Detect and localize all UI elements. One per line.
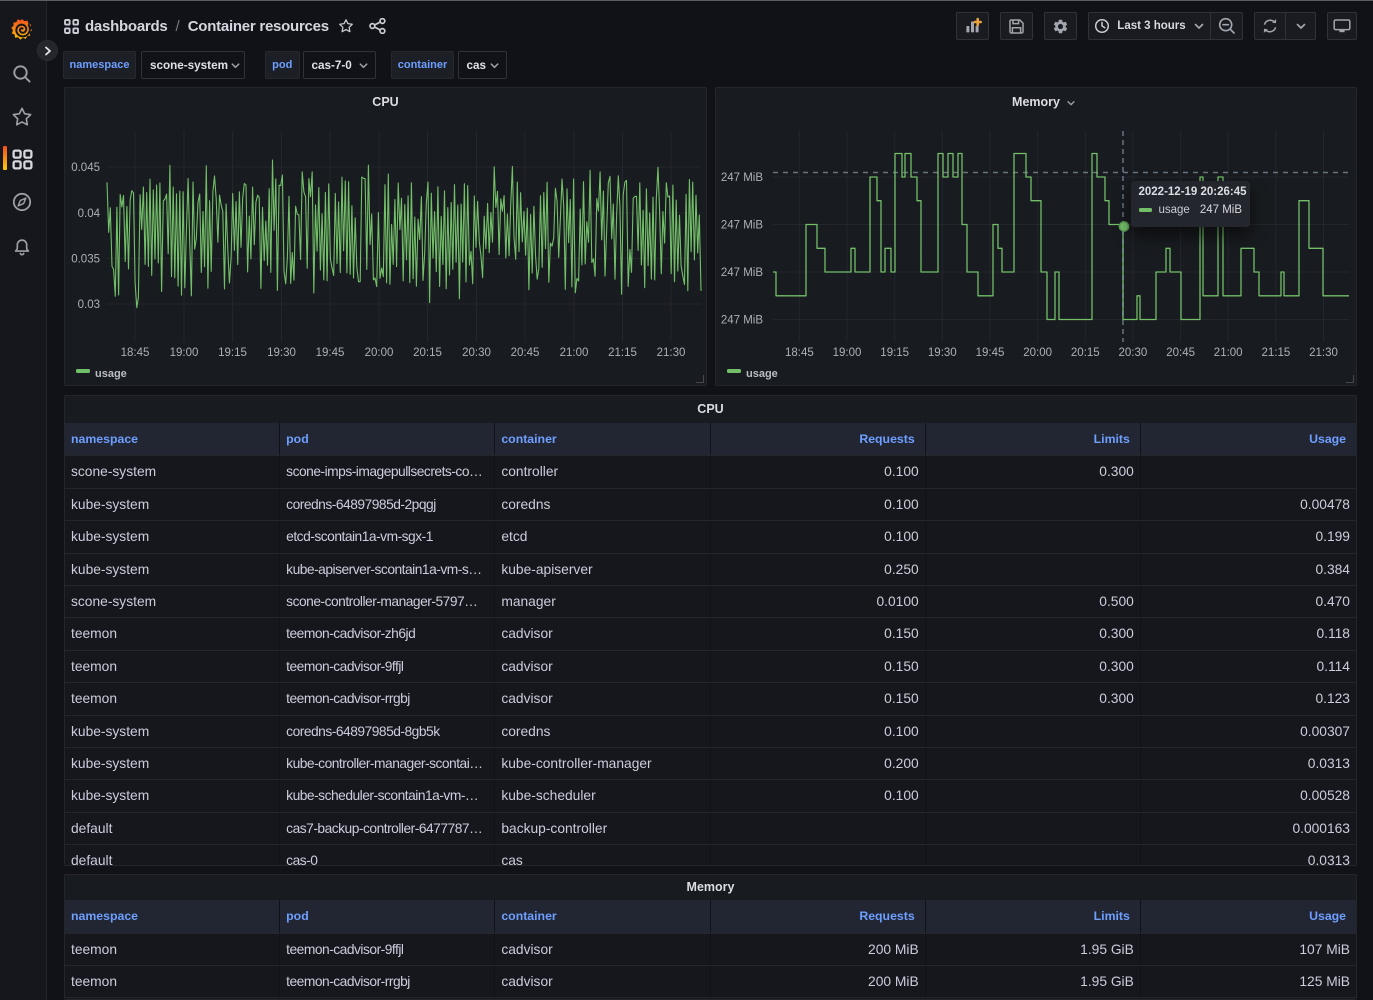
svg-text:19:15: 19:15 <box>880 347 909 359</box>
svg-text:20:30: 20:30 <box>462 347 491 359</box>
svg-text:247 MiB: 247 MiB <box>721 315 764 327</box>
svg-text:0.04: 0.04 <box>78 208 101 220</box>
svg-text:21:30: 21:30 <box>1309 347 1338 359</box>
svg-text:19:15: 19:15 <box>218 347 247 359</box>
svg-text:0.045: 0.045 <box>71 162 100 174</box>
svg-text:20:15: 20:15 <box>413 347 442 359</box>
svg-text:19:30: 19:30 <box>267 347 296 359</box>
svg-text:usage: usage <box>95 368 127 380</box>
svg-text:20:45: 20:45 <box>511 347 540 359</box>
svg-text:0.03: 0.03 <box>78 299 100 311</box>
svg-text:18:45: 18:45 <box>785 347 814 359</box>
svg-text:21:15: 21:15 <box>608 347 637 359</box>
svg-text:19:45: 19:45 <box>316 347 345 359</box>
svg-text:247 MiB: 247 MiB <box>721 220 764 232</box>
svg-text:19:45: 19:45 <box>976 347 1005 359</box>
svg-text:20:45: 20:45 <box>1166 347 1195 359</box>
svg-text:21:15: 21:15 <box>1262 347 1291 359</box>
svg-text:20:30: 20:30 <box>1119 347 1148 359</box>
svg-text:usage: usage <box>746 368 778 380</box>
svg-text:21:00: 21:00 <box>560 347 589 359</box>
svg-text:20:15: 20:15 <box>1071 347 1100 359</box>
svg-text:0.035: 0.035 <box>71 254 100 266</box>
svg-text:19:00: 19:00 <box>170 347 199 359</box>
svg-text:247 MiB: 247 MiB <box>721 267 764 279</box>
svg-text:19:30: 19:30 <box>928 347 957 359</box>
svg-text:21:00: 21:00 <box>1214 347 1243 359</box>
svg-text:18:45: 18:45 <box>121 347 150 359</box>
svg-text:20:00: 20:00 <box>1023 347 1052 359</box>
svg-text:20:00: 20:00 <box>365 347 394 359</box>
svg-text:21:30: 21:30 <box>657 347 686 359</box>
svg-text:247 MiB: 247 MiB <box>721 172 764 184</box>
svg-text:19:00: 19:00 <box>833 347 862 359</box>
